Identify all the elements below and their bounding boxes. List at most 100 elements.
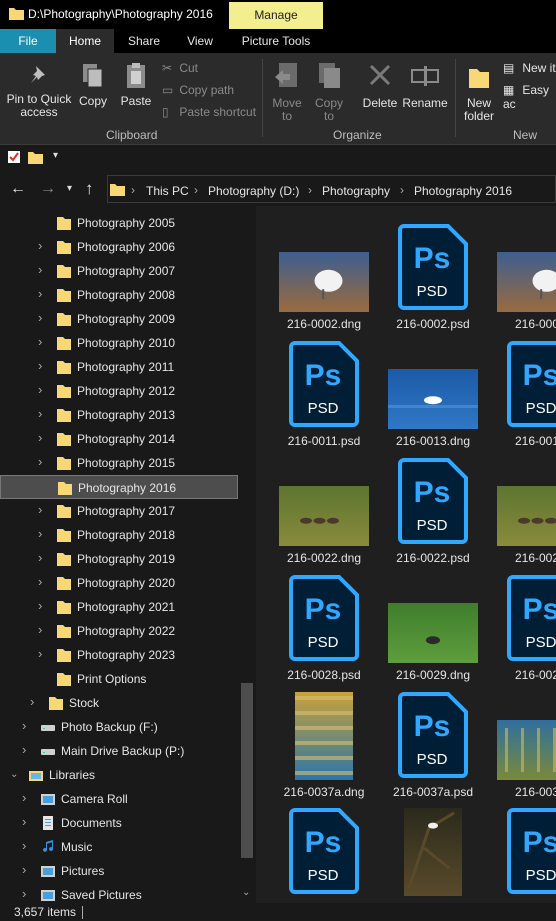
copy-path-button[interactable]: ▭ Copy path [162,83,234,97]
photo-thumbnail[interactable] [497,252,556,312]
tab-picture-tools[interactable]: Picture Tools [229,29,323,53]
nav-item[interactable]: › Photography 2006 [0,235,238,259]
chevron-right-icon[interactable]: › [38,574,42,589]
file-item[interactable] [378,806,488,903]
chevron-right-icon[interactable]: › [38,502,42,517]
nav-item[interactable]: › Saved Pictures [0,883,238,903]
breadcrumb-photography[interactable]: Photography [322,184,390,198]
nav-item[interactable]: › Photo Backup (F:) [0,715,238,739]
new-item-button[interactable]: ▤ New it [503,61,556,75]
file-item[interactable]: 216-0029.dng [378,573,488,690]
nav-item[interactable]: › Photography 2007 [0,259,238,283]
cut-button[interactable]: ✂ Cut [162,61,198,75]
chevron-right-icon[interactable]: › [22,790,26,805]
nav-item[interactable]: › Photography 2021 [0,595,238,619]
chevron-right-icon[interactable]: › [308,183,312,197]
delete-button[interactable]: Delete [360,61,400,110]
nav-item[interactable]: › Photography 2020 [0,571,238,595]
chevron-right-icon[interactable]: › [30,694,34,709]
file-item[interactable]: 216-0002.dng [269,222,379,339]
nav-item[interactable]: › Photography 2013 [0,403,238,427]
pin-to-quick-access-button[interactable]: Pin to Quick access [4,63,74,119]
photo-thumbnail[interactable] [497,720,556,780]
psd-file-icon[interactable]: Ps PSD [287,341,361,429]
psd-file-icon[interactable]: Ps PSD [505,575,556,663]
chevron-right-icon[interactable]: › [38,382,42,397]
nav-item[interactable]: ⌄ Libraries [0,763,238,787]
nav-item[interactable]: › Photography 2010 [0,331,238,355]
nav-item[interactable]: › Photography 2018 [0,523,238,547]
file-item[interactable]: Ps PSD [487,806,556,903]
nav-item[interactable]: › Photography 2023 [0,643,238,667]
chevron-right-icon[interactable]: › [22,838,26,853]
up-arrow-icon[interactable]: ↑ [85,179,94,199]
file-item[interactable]: 216-0022.dng [269,456,379,573]
nav-item[interactable]: › Stock [0,691,238,715]
chevron-right-icon[interactable]: › [38,310,42,325]
tab-share[interactable]: Share [118,29,170,53]
new-folder-icon[interactable] [28,150,43,164]
chevron-right-icon[interactable]: › [22,886,26,901]
nav-item-selected[interactable]: Photography 2016 [0,475,238,499]
nav-item[interactable]: › Photography 2019 [0,547,238,571]
nav-item[interactable]: Print Options [0,667,238,691]
chevron-right-icon[interactable]: › [38,406,42,421]
nav-item[interactable]: › Photography 2012 [0,379,238,403]
psd-file-icon[interactable]: Ps PSD [396,692,470,780]
tab-manage[interactable]: Manage [229,2,323,29]
file-item[interactable]: Ps PSD 216-0002.psd [378,222,488,339]
copy-button[interactable]: Copy [76,61,110,108]
copy-to-button[interactable]: Copy to [310,61,348,123]
chevron-right-icon[interactable]: › [38,334,42,349]
chevron-right-icon[interactable]: › [38,262,42,277]
chevron-right-icon[interactable]: › [38,550,42,565]
tab-view[interactable]: View [174,29,226,53]
photo-thumbnail[interactable] [497,486,556,546]
chevron-right-icon[interactable]: › [38,598,42,613]
photo-thumbnail[interactable] [279,252,369,312]
tab-file[interactable]: File [0,29,56,53]
chevron-right-icon[interactable]: › [38,526,42,541]
recent-locations-icon[interactable]: ▾ [67,183,72,194]
psd-file-icon[interactable]: Ps PSD [396,458,470,546]
file-item[interactable]: Ps PSD 216-0011.psd [269,339,379,456]
breadcrumb-current[interactable]: Photography 2016 [414,184,512,198]
breadcrumb-this-pc[interactable]: This PC [146,184,189,198]
photo-thumbnail[interactable] [404,808,462,896]
nav-item[interactable]: › Photography 2014 [0,427,238,451]
nav-item[interactable]: › Photography 2015 [0,451,238,475]
nav-item[interactable]: › Documents [0,811,238,835]
chevron-right-icon[interactable]: › [38,622,42,637]
chevron-right-icon[interactable]: › [22,862,26,877]
nav-item[interactable]: › Music [0,835,238,859]
nav-item[interactable]: › Photography 2011 [0,355,238,379]
chevron-right-icon[interactable]: › [38,646,42,661]
chevron-right-icon[interactable]: › [400,183,404,197]
nav-item[interactable]: › Photography 2022 [0,619,238,643]
nav-item[interactable]: › Photography 2008 [0,283,238,307]
properties-icon[interactable] [7,150,21,164]
file-item[interactable]: 216-0003. [487,222,556,339]
nav-item[interactable]: › Main Drive Backup (P:) [0,739,238,763]
chevron-right-icon[interactable]: › [131,183,135,197]
nav-scrollbar-thumb[interactable] [241,683,253,858]
nav-item[interactable]: › Photography 2017 [0,499,238,523]
forward-arrow-icon[interactable]: → [40,180,56,198]
back-arrow-icon[interactable]: ← [10,180,26,198]
psd-file-icon[interactable]: Ps PSD [287,575,361,663]
chevron-right-icon[interactable]: › [38,430,42,445]
nav-item[interactable]: › Pictures [0,859,238,883]
easy-access-button[interactable]: ▦ Easy ac [503,83,556,111]
file-item[interactable]: 216-0023. [487,456,556,573]
psd-file-icon[interactable]: Ps PSD [505,808,556,896]
chevron-right-icon[interactable]: › [38,286,42,301]
file-item[interactable]: 216-0037a.dng [269,690,379,807]
new-folder-button[interactable]: New folder [460,61,498,123]
file-item[interactable]: 216-0013.dng [378,339,488,456]
chevron-right-icon[interactable]: › [38,238,42,253]
chevron-right-icon[interactable]: › [194,183,198,197]
psd-file-icon[interactable]: Ps PSD [396,224,470,312]
breadcrumb-drive[interactable]: Photography (D:) [208,184,299,198]
photo-thumbnail[interactable] [295,692,353,780]
file-item[interactable]: 216-0038. [487,690,556,807]
